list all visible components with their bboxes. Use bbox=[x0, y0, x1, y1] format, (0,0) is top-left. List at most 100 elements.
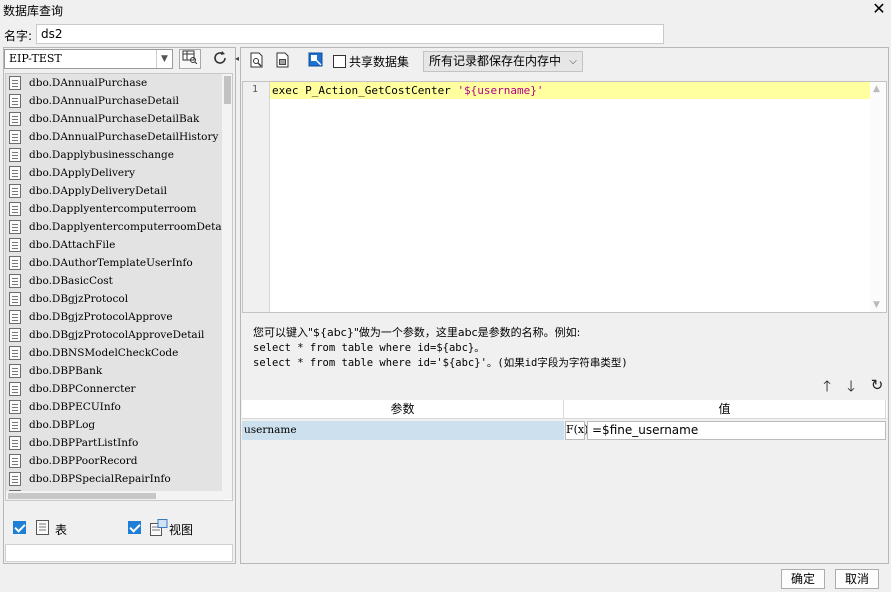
hscroll-thumb[interactable] bbox=[8, 493, 156, 499]
close-icon[interactable]: ✕ bbox=[868, 0, 890, 20]
save-query-icon[interactable] bbox=[272, 51, 294, 71]
chevron-down-icon: ⌵ bbox=[569, 56, 577, 67]
collapse-left-icon[interactable]: ◂ bbox=[235, 54, 239, 63]
table-icon bbox=[9, 364, 21, 378]
scroll-thumb[interactable] bbox=[224, 76, 231, 104]
table-icon bbox=[9, 256, 21, 270]
list-item[interactable]: dbo.DBPLog bbox=[6, 416, 223, 434]
datasource-select[interactable]: EIP-TEST ▼ bbox=[4, 49, 173, 69]
table-list-scrollbar[interactable] bbox=[222, 74, 232, 499]
checkbox-checked-icon bbox=[128, 521, 141, 534]
scroll-down-icon[interactable]: ▼ bbox=[873, 300, 880, 310]
table-name: dbo.DAnnualPurchaseDetailHistory bbox=[29, 131, 219, 143]
view-filter-label: 视图 bbox=[169, 523, 194, 537]
table-name: dbo.DBasicCost bbox=[29, 275, 113, 287]
list-item[interactable]: dbo.DBgjzProtocolApprove bbox=[6, 308, 223, 326]
table-icon bbox=[9, 310, 21, 324]
preview-icon[interactable] bbox=[246, 51, 268, 71]
table-row[interactable]: username F(x) =$fine_username bbox=[242, 421, 887, 441]
hint-line-2: select * from table where id=${abc}。 bbox=[253, 342, 485, 354]
hint-line-1: 您可以键入"${abc}"做为一个参数，这里abc是参数的名称。例如: bbox=[253, 326, 581, 339]
table-search-input[interactable] bbox=[5, 544, 233, 562]
preview-table-button[interactable] bbox=[179, 49, 201, 69]
list-item[interactable]: dbo.DAnnualPurchaseDetailHistory bbox=[6, 128, 223, 146]
line-number: 1 bbox=[252, 84, 259, 95]
table-name: dbo.DBgjzProtocolApproveDetail bbox=[29, 329, 205, 341]
window-title: 数据库查询 bbox=[3, 4, 64, 18]
chevron-down-icon: ▼ bbox=[156, 50, 172, 68]
table-checkbox[interactable] bbox=[13, 521, 26, 537]
table-name: dbo.DAttachFile bbox=[29, 239, 116, 251]
title-bar bbox=[0, 0, 891, 20]
list-item[interactable]: dbo.DBNSModelCheckCode bbox=[6, 344, 223, 362]
table-icon bbox=[9, 238, 21, 252]
list-item[interactable]: dbo.Dapplybusinesschange bbox=[6, 146, 223, 164]
table-icon bbox=[9, 202, 21, 216]
name-input[interactable]: ds2 bbox=[36, 24, 664, 44]
table-name: dbo.DApplyDelivery bbox=[29, 167, 136, 179]
param-name[interactable]: username bbox=[242, 421, 564, 440]
list-item[interactable]: dbo.DBPSpecialRepairInfo bbox=[6, 470, 223, 488]
move-down-icon[interactable]: 🡓 bbox=[843, 376, 859, 401]
list-item[interactable]: dbo.DAuthorTemplateUserInfo bbox=[6, 254, 223, 272]
list-item[interactable]: dbo.DapplyentercomputerroomDetail bbox=[6, 218, 223, 236]
table-icon bbox=[9, 94, 21, 108]
cancel-button[interactable]: 取消 bbox=[835, 569, 879, 589]
table-name: dbo.DBNSModelCheckCode bbox=[29, 347, 179, 359]
table-name: dbo.DBgjzProtocolApprove bbox=[29, 311, 173, 323]
table-name: dbo.DAnnualPurchaseDetailBak bbox=[29, 113, 200, 125]
table-name: dbo.DBPSpecialRepairInfo bbox=[29, 473, 171, 485]
table-name: dbo.DBPPartListInfo bbox=[29, 437, 139, 449]
list-item[interactable]: dbo.Dapplyentercomputerroom bbox=[6, 200, 223, 218]
shared-dataset-checkbox[interactable] bbox=[333, 55, 346, 71]
table-icon bbox=[9, 148, 21, 162]
table-filter-label: 表 bbox=[55, 523, 68, 537]
ok-button[interactable]: 确定 bbox=[781, 569, 825, 589]
table-icon bbox=[9, 328, 21, 342]
scroll-up-icon[interactable]: ▲ bbox=[873, 84, 880, 94]
list-item[interactable]: dbo.DAnnualPurchaseDetail bbox=[6, 92, 223, 110]
memory-mode-value: 所有记录都保存在内存中 bbox=[429, 54, 562, 68]
list-item[interactable]: dbo.DAnnualPurchaseDetailBak bbox=[6, 110, 223, 128]
table-name: dbo.DApplyDeliveryDetail bbox=[29, 185, 167, 197]
list-item[interactable]: dbo.DBasicCost bbox=[6, 272, 223, 290]
editor-scrollbar[interactable]: ▲ ▼ bbox=[870, 82, 886, 312]
code-string: '${username}' bbox=[457, 84, 544, 97]
table-icon bbox=[9, 274, 21, 288]
list-item[interactable]: dbo.DApplyDelivery bbox=[6, 164, 223, 182]
list-item[interactable]: dbo.DApplyDeliveryDetail bbox=[6, 182, 223, 200]
list-item[interactable]: dbo.DBPPartListInfo bbox=[6, 434, 223, 452]
table-list[interactable]: dbo.DAnnualPurchase dbo.DAnnualPurchaseDe… bbox=[5, 73, 233, 501]
memory-mode-select[interactable]: 所有记录都保存在内存中 ⌵ bbox=[423, 51, 583, 72]
sql-editor[interactable]: 1 exec P_Action_GetCostCenter '${usernam… bbox=[242, 81, 887, 313]
table-icon bbox=[9, 292, 21, 306]
list-item[interactable]: dbo.DAnnualPurchase bbox=[6, 74, 223, 92]
table-icon bbox=[9, 472, 21, 486]
refresh-icon[interactable] bbox=[209, 49, 231, 69]
move-up-icon[interactable]: 🡑 bbox=[819, 376, 835, 401]
table-list-hscrollbar[interactable] bbox=[6, 491, 223, 500]
list-item[interactable]: dbo.DBPPoorRecord bbox=[6, 452, 223, 470]
table-preview-icon bbox=[182, 50, 198, 65]
table-name: dbo.DBPECUInfo bbox=[29, 401, 121, 413]
list-item[interactable]: dbo.DBPECUInfo bbox=[6, 398, 223, 416]
table-name: dbo.DAnnualPurchase bbox=[29, 77, 148, 89]
table-name: dbo.DAnnualPurchaseDetail bbox=[29, 95, 180, 107]
list-item[interactable]: dbo.DAttachFile bbox=[6, 236, 223, 254]
table-icon bbox=[9, 112, 21, 126]
view-checkbox[interactable] bbox=[128, 521, 141, 537]
list-item[interactable]: dbo.DBPBank bbox=[6, 362, 223, 380]
header-param: 参数 bbox=[242, 400, 564, 419]
list-item[interactable]: dbo.DBgjzProtocolApproveDetail bbox=[6, 326, 223, 344]
code-line[interactable]: exec P_Action_GetCostCenter '${username}… bbox=[270, 82, 870, 99]
checkbox-checked-icon bbox=[13, 521, 26, 534]
list-item[interactable]: dbo.DBgjzProtocol bbox=[6, 290, 223, 308]
formula-button[interactable]: F(x) bbox=[565, 421, 588, 440]
parameter-table: 参数 值 username F(x) =$fine_username bbox=[242, 400, 887, 562]
refresh-params-icon[interactable]: ↻ bbox=[869, 376, 885, 394]
param-value-input[interactable]: =$fine_username bbox=[587, 421, 886, 440]
list-item[interactable]: dbo.DBPConnercter bbox=[6, 380, 223, 398]
table-icon bbox=[9, 166, 21, 180]
table-icon bbox=[9, 418, 21, 432]
sql-builder-icon[interactable] bbox=[304, 51, 326, 71]
